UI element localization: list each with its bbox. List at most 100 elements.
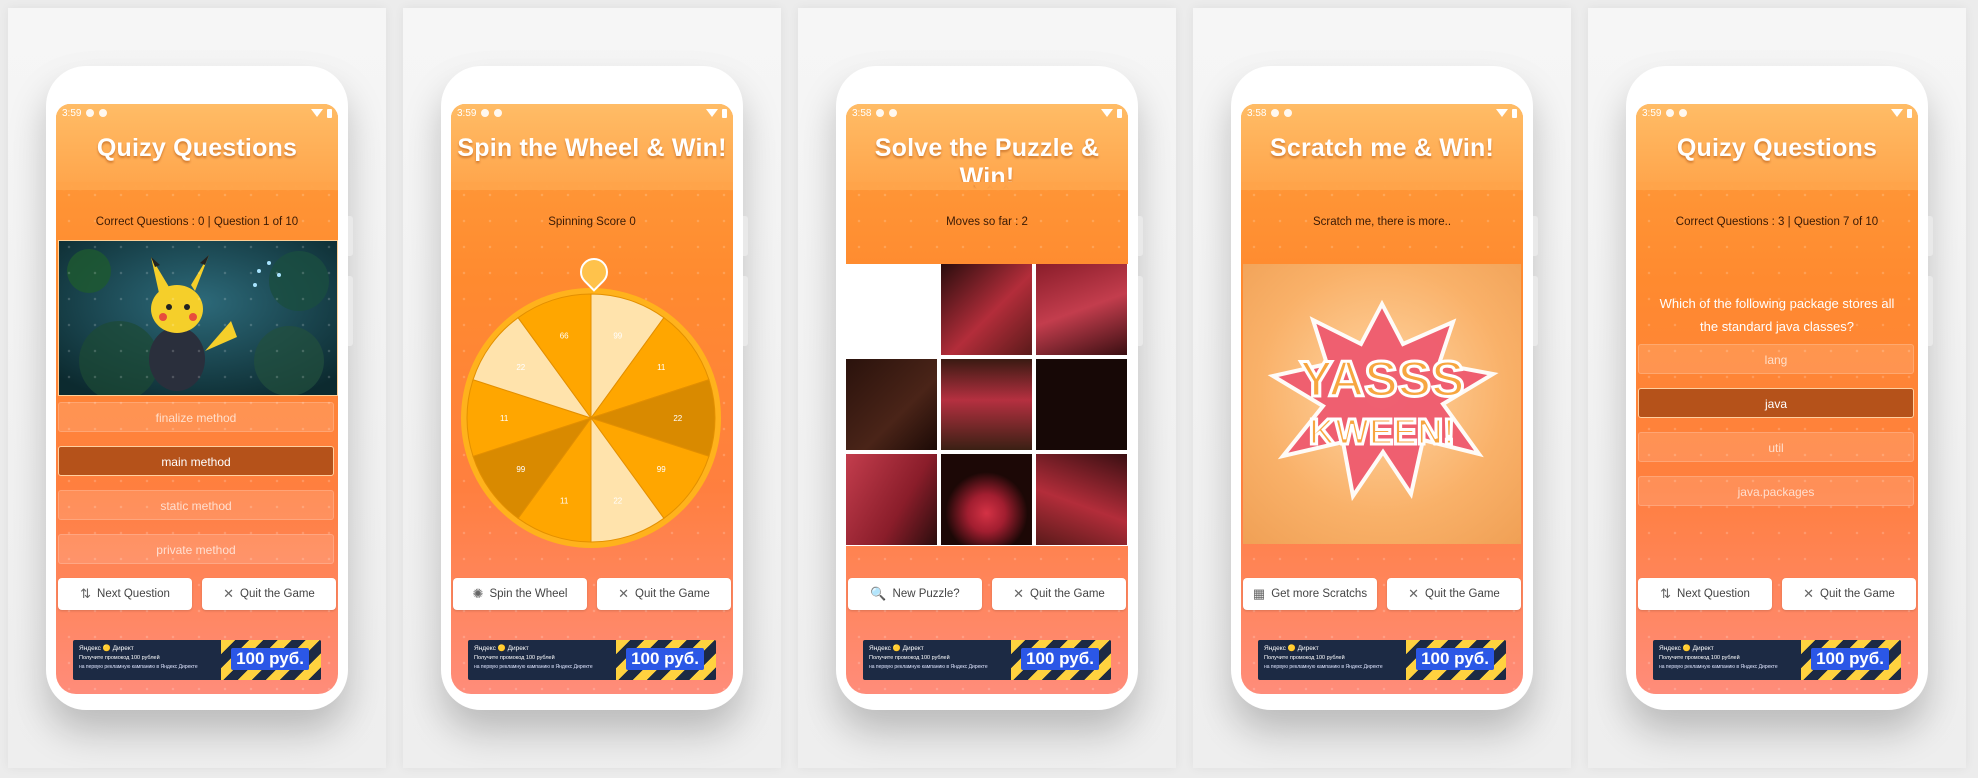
status-time: 3:59 (1642, 107, 1662, 119)
quit-game-button[interactable]: ✕ Quit the Game (1782, 578, 1916, 610)
quit-game-button[interactable]: ✕ Quit the Game (992, 578, 1126, 610)
answer-option[interactable]: finalize method (58, 402, 334, 432)
app-screen: 3:58 Scratch me & Win! Scratch me, there… (1241, 104, 1523, 694)
puzzle-tile[interactable] (1036, 359, 1127, 450)
ad-text: Получите промокод 100 рублей (474, 655, 555, 661)
status-time: 3:59 (62, 107, 82, 119)
score-line: Spinning Score 0 (548, 216, 636, 228)
sort-arrows-icon: ⇅ (1660, 586, 1672, 601)
button-label: New Puzzle? (892, 588, 960, 600)
phone-frame: 3:59 Quizy Questions Correct Questions :… (46, 66, 353, 710)
wheel-segment-label: 22 (516, 363, 525, 372)
ad-banner[interactable]: Яндекс 🟡 Директ Получите промокод 100 ру… (468, 640, 716, 680)
ad-brand: Яндекс 🟡 Директ (474, 645, 529, 652)
wifi-icon (706, 109, 718, 117)
puzzle-tile[interactable] (1036, 264, 1127, 355)
ad-subtext: на первую рекламную кампанию в Яндекс Ди… (474, 664, 593, 670)
panel-quiz-1: 3:59 Quizy Questions Correct Questions :… (8, 8, 386, 768)
ad-banner[interactable]: Яндекс 🟡 Директ Получите промокод 100 ру… (73, 640, 321, 680)
answer-option[interactable]: static method (58, 490, 334, 520)
wheel-segment-label: 11 (657, 363, 666, 372)
status-bar: 3:59 (451, 104, 733, 122)
page-title: Scratch me & Win! (1269, 134, 1495, 162)
next-question-button[interactable]: ⇅ Next Question (1638, 578, 1772, 610)
panel-wheel: 3:59 Spin the Wheel & Win! Spinning Scor… (403, 8, 781, 768)
phone-frame: 3:58 Solve the Puzzle & Win! Moves so fa… (836, 66, 1143, 710)
puzzle-empty-slot[interactable] (846, 264, 937, 355)
app-screen: 3:59 Spin the Wheel & Win! Spinning Scor… (451, 104, 733, 694)
battery-icon (1117, 108, 1122, 118)
puzzle-tile[interactable] (941, 264, 1032, 355)
ad-price: 100 руб. (231, 648, 309, 670)
app-screen: 3:59 Quizy Questions Correct Questions :… (1636, 104, 1918, 694)
phone-volume-button (348, 276, 353, 346)
phone-frame: 3:59 Quizy Questions Correct Questions :… (1626, 66, 1933, 710)
answer-option[interactable]: lang (1638, 344, 1914, 374)
button-label: Next Question (1677, 588, 1750, 600)
get-more-scratches-button[interactable]: ▦ Get more Scratchs (1243, 578, 1377, 610)
button-label: Quit the Game (1425, 588, 1500, 600)
wifi-icon (1101, 109, 1113, 117)
new-puzzle-button[interactable]: 🔍 New Puzzle? (848, 578, 982, 610)
button-label: Get more Scratchs (1271, 588, 1368, 600)
wifi-icon (1891, 109, 1903, 117)
wheel-segment-label: 22 (613, 497, 622, 506)
app-screen: 3:58 Solve the Puzzle & Win! Moves so fa… (846, 104, 1128, 694)
button-label: Quit the Game (1030, 588, 1105, 600)
ad-price: 100 руб. (1811, 648, 1889, 670)
app-screen: 3:59 Quizy Questions Correct Questions :… (56, 104, 338, 694)
next-question-button[interactable]: ⇅ Next Question (58, 578, 192, 610)
wheel-segment-label: 99 (613, 331, 622, 340)
crossed-tools-icon: ✕ (618, 586, 630, 601)
button-label: Quit the Game (240, 588, 315, 600)
phone-power-button (348, 216, 353, 256)
scratch-card[interactable]: YASSS KWEEN! (1243, 264, 1521, 544)
puzzle-tile[interactable] (941, 454, 1032, 545)
puzzle-tile[interactable] (846, 454, 937, 545)
magnifier-icon: 🔍 (870, 586, 887, 601)
answer-option-selected[interactable]: main method (58, 446, 334, 476)
quit-game-button[interactable]: ✕ Quit the Game (202, 578, 336, 610)
notification-icon (889, 109, 898, 117)
phone-power-button (1928, 216, 1933, 256)
wheel-segment-label: 11 (500, 414, 509, 423)
button-label: Spin the Wheel (489, 588, 568, 600)
crossed-tools-icon: ✕ (1013, 586, 1025, 601)
ad-banner[interactable]: Яндекс 🟡 Директ Получите промокод 100 ру… (1653, 640, 1901, 680)
status-bar: 3:58 (1241, 104, 1523, 122)
answer-option[interactable]: java.packages (1638, 476, 1914, 506)
scratch-word-1: YASSS (1300, 351, 1465, 407)
answer-option[interactable]: util (1638, 432, 1914, 462)
settings-icon (86, 109, 95, 117)
quit-game-button[interactable]: ✕ Quit the Game (1387, 578, 1521, 610)
settings-icon (876, 109, 885, 117)
puzzle-tile[interactable] (1036, 454, 1127, 545)
status-time: 3:58 (852, 107, 872, 119)
wifi-icon (1496, 109, 1508, 117)
phone-volume-button (1533, 276, 1538, 346)
ad-brand: Яндекс 🟡 Директ (869, 645, 924, 652)
ad-banner[interactable]: Яндекс 🟡 Директ Получите промокод 100 ру… (1258, 640, 1506, 680)
phone-power-button (743, 216, 748, 256)
crossed-tools-icon: ✕ (223, 586, 235, 601)
wheel-segment-label: 99 (657, 465, 666, 474)
spin-wheel-button[interactable]: ✺ Spin the Wheel (453, 578, 587, 610)
ad-price: 100 руб. (626, 648, 704, 670)
images-icon: ▦ (1252, 586, 1266, 601)
crossed-tools-icon: ✕ (1408, 586, 1420, 601)
wheel-segment-label: 99 (516, 465, 525, 474)
puzzle-tile[interactable] (846, 359, 937, 450)
answer-option[interactable]: private method (58, 534, 334, 564)
answer-option-selected[interactable]: java (1638, 388, 1914, 418)
prize-wheel[interactable]: 99 11 22 99 22 11 99 11 22 66 (459, 286, 723, 550)
status-time: 3:59 (457, 107, 477, 119)
ad-banner[interactable]: Яндекс 🟡 Директ Получите промокод 100 ру… (863, 640, 1111, 680)
sort-arrows-icon: ⇅ (80, 586, 92, 601)
panel-puzzle: 3:58 Solve the Puzzle & Win! Moves so fa… (798, 8, 1176, 768)
settings-icon (1666, 109, 1675, 117)
panel-quiz-2: 3:59 Quizy Questions Correct Questions :… (1588, 8, 1966, 768)
pinwheel-icon: ✺ (472, 586, 484, 601)
puzzle-tile[interactable] (941, 359, 1032, 450)
quit-game-button[interactable]: ✕ Quit the Game (597, 578, 731, 610)
status-bar: 3:58 (846, 104, 1128, 122)
